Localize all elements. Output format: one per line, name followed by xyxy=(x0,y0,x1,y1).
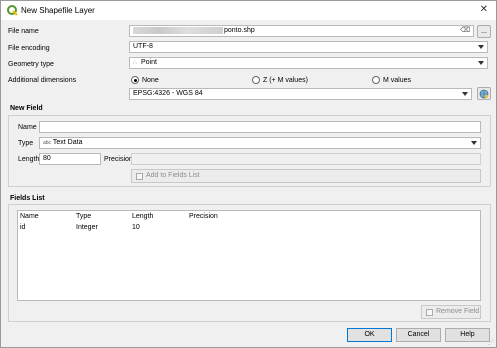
remove-field-label: Remove Field xyxy=(436,308,480,315)
dialog-window: New Shapefile Layer ✕ File name ponto.sh… xyxy=(0,0,497,348)
radio-z-m-values[interactable] xyxy=(252,76,260,84)
file-name-input[interactable]: ponto.shp ⌫ xyxy=(129,25,474,37)
resize-grip-icon[interactable]: ⋰ xyxy=(488,339,494,346)
ok-button[interactable]: OK xyxy=(347,328,392,342)
new-field-heading: New Field xyxy=(10,105,43,112)
point-geometry-icon: ∴ xyxy=(133,60,137,66)
radio-z-m-values-label: Z (+ M values) xyxy=(263,77,308,84)
chevron-down-icon xyxy=(478,45,484,49)
redacted-path xyxy=(133,26,223,34)
file-encoding-value: UTF-8 xyxy=(133,43,153,50)
fields-list-heading: Fields List xyxy=(10,195,45,202)
radio-m-values[interactable] xyxy=(372,76,380,84)
field-precision-label: Precision xyxy=(104,156,133,163)
column-header-name[interactable]: Name xyxy=(20,213,39,220)
file-encoding-label: File encoding xyxy=(8,45,50,52)
text-data-icon: abc xyxy=(43,140,52,146)
field-length-label: Length xyxy=(18,156,40,163)
clear-icon[interactable]: ⌫ xyxy=(460,26,470,36)
radio-m-values-label: M values xyxy=(383,77,412,84)
globe-select-icon xyxy=(479,89,489,99)
chevron-down-icon xyxy=(471,141,477,145)
column-header-length[interactable]: Length xyxy=(132,213,153,220)
title-bar[interactable]: New Shapefile Layer ✕ xyxy=(1,1,496,20)
radio-none[interactable] xyxy=(131,76,139,84)
geometry-type-select[interactable]: ∴ Point xyxy=(129,57,488,69)
browse-button[interactable]: ... xyxy=(477,25,491,38)
file-encoding-select[interactable]: UTF-8 xyxy=(129,41,488,53)
add-to-fields-list-label: Add to Fields List xyxy=(146,172,200,179)
chevron-down-icon xyxy=(478,61,484,65)
column-header-precision[interactable]: Precision xyxy=(189,213,218,220)
field-name-label: Name xyxy=(18,124,37,131)
cell-length: 10 xyxy=(132,224,140,231)
cell-type: Integer xyxy=(76,224,98,231)
field-type-select[interactable]: abc Text Data xyxy=(39,137,481,149)
file-name-label: File name xyxy=(8,28,39,35)
field-length-input[interactable]: 80 xyxy=(39,153,101,165)
radio-none-label: None xyxy=(142,77,159,84)
help-button[interactable]: Help xyxy=(445,328,490,342)
close-icon[interactable]: ✕ xyxy=(480,4,488,15)
field-type-label: Type xyxy=(18,140,34,147)
remove-field-icon xyxy=(426,309,433,316)
geometry-type-label: Geometry type xyxy=(8,61,54,68)
crs-select[interactable]: EPSG:4326 - WGS 84 xyxy=(129,88,472,100)
chevron-down-icon xyxy=(462,92,468,96)
crs-value: EPSG:4326 - WGS 84 xyxy=(133,90,203,97)
table-row[interactable]: id Integer 10 xyxy=(18,222,480,233)
add-to-fields-list-button[interactable]: Add to Fields List xyxy=(131,169,481,183)
additional-dimensions-label: Additional dimensions xyxy=(8,77,77,84)
qgis-logo-icon xyxy=(7,5,18,16)
cell-name: id xyxy=(20,224,26,231)
add-field-icon xyxy=(136,173,143,180)
geometry-type-value: Point xyxy=(140,59,157,66)
select-crs-button[interactable] xyxy=(477,87,491,100)
field-name-input[interactable] xyxy=(39,121,481,133)
cancel-button[interactable]: Cancel xyxy=(396,328,441,342)
fields-table[interactable]: Name Type Length Precision id Integer 10 xyxy=(17,210,481,301)
file-name-value: ponto.shp xyxy=(224,27,255,34)
window-title: New Shapefile Layer xyxy=(21,6,95,15)
remove-field-button[interactable]: Remove Field xyxy=(421,305,481,319)
field-precision-input[interactable] xyxy=(131,153,481,165)
field-type-value: Text Data xyxy=(52,139,83,146)
column-header-type[interactable]: Type xyxy=(76,213,91,220)
